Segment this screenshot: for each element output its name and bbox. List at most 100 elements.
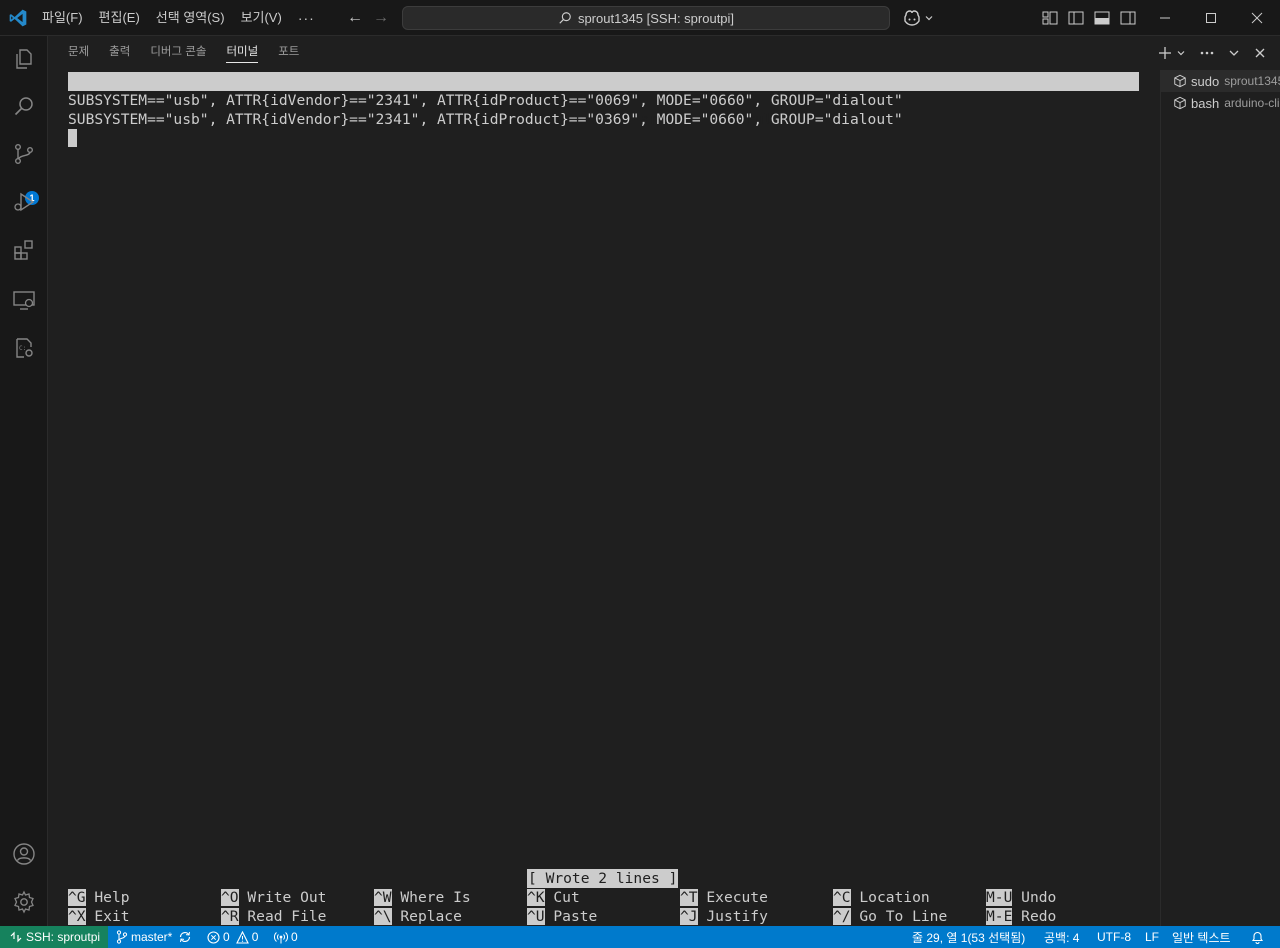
minimize-icon[interactable] [1142, 0, 1188, 36]
encoding-status[interactable]: UTF-8 [1097, 926, 1131, 948]
forward-arrow-icon[interactable]: → [371, 8, 391, 28]
terminal-cube-icon [1174, 74, 1186, 88]
terminal-tab-description: arduino-cli [1224, 96, 1280, 110]
shortcut-key: ^U [527, 908, 545, 925]
shortcut-go-to-line: ^/ Go To Line [833, 907, 947, 926]
cursor-position[interactable]: 줄 29, 열 1(53 선택됨) [912, 926, 1025, 948]
shortcut-execute: ^T Execute [680, 888, 768, 907]
branch-name: master* [131, 930, 173, 944]
branch-status[interactable]: master* [116, 926, 192, 948]
shortcut-key: ^O [221, 889, 239, 906]
shortcut-label: Replace [400, 908, 462, 925]
terminal-tab-bash[interactable]: bash arduino-cli [1161, 92, 1280, 114]
menu-file[interactable]: 파일(F) [34, 6, 91, 30]
customize-layout-icon[interactable] [1040, 8, 1060, 28]
shortcut-label: Location [859, 889, 930, 906]
toggle-primary-sidebar-icon[interactable] [1066, 8, 1086, 28]
nano-title-bar: GNU nano 7.2 /etc/udev/rules.d/50-arduin… [68, 72, 1139, 128]
shortcut-label: Redo [1021, 908, 1057, 925]
menu-selection[interactable]: 선택 영역(S) [148, 6, 233, 30]
copilot-button[interactable] [902, 8, 936, 28]
remote-icon [10, 931, 22, 943]
title-bar: 파일(F) 편집(E) 선택 영역(S) 보기(V) ··· ← → sprou… [0, 0, 1280, 36]
shortcut-help: ^G Help [68, 888, 130, 907]
vscode-logo-icon [9, 9, 27, 27]
remote-settings-icon[interactable]: C: [12, 336, 36, 360]
eol-status[interactable]: LF [1145, 926, 1159, 948]
accounts-icon[interactable] [12, 842, 36, 866]
shortcut-key: ^T [680, 889, 698, 906]
close-icon[interactable] [1234, 0, 1280, 36]
maximize-icon[interactable] [1188, 0, 1234, 36]
toggle-secondary-sidebar-icon[interactable] [1118, 8, 1138, 28]
panel-actions [1158, 44, 1266, 62]
back-arrow-icon[interactable]: ← [345, 8, 365, 28]
shortcut-label: Read File [247, 908, 327, 925]
terminal-tab-name: sudo [1191, 73, 1220, 89]
text-cursor [68, 129, 77, 147]
tab-terminal[interactable]: 터미널 [216, 36, 268, 70]
shortcut-key: ^R [221, 908, 239, 925]
error-icon [207, 930, 220, 944]
menu-view[interactable]: 보기(V) [233, 6, 290, 30]
more-actions-icon[interactable] [1200, 44, 1214, 62]
tab-output[interactable]: 출력 [99, 36, 140, 70]
ports-status[interactable]: 0 [274, 926, 298, 948]
shortcut-key: M-U [986, 889, 1013, 906]
shortcut-key: ^X [68, 908, 86, 925]
nano-status-message: [ Wrote 2 lines ] [527, 869, 679, 888]
panel-header: 문제 출력 디버그 콘솔 터미널 포트 [48, 36, 1280, 70]
tab-ports-label: 포트 [278, 46, 300, 58]
new-terminal-icon[interactable] [1158, 44, 1172, 62]
indentation-status[interactable]: 공백: 4 [1044, 926, 1079, 948]
terminal-tab-description: sprout1345 [1224, 74, 1280, 88]
warning-count: 0 [251, 930, 259, 944]
shortcut-undo: M-U Undo [986, 888, 1056, 907]
command-center-search[interactable]: sprout1345 [SSH: sproutpi] [402, 6, 890, 30]
maximize-panel-chevron-icon[interactable] [1228, 44, 1240, 62]
shortcut-label: Undo [1021, 889, 1057, 906]
shortcut-label: Write Out [247, 889, 327, 906]
terminal-dropdown-chevron-icon[interactable] [1176, 44, 1186, 62]
broadcast-icon [274, 931, 288, 943]
shortcut-cut: ^K Cut [527, 888, 580, 907]
tab-debug-console[interactable]: 디버그 콘솔 [140, 36, 216, 70]
shortcut-location: ^C Location [833, 888, 930, 907]
explorer-icon[interactable] [12, 47, 36, 71]
warning-icon [235, 930, 249, 944]
shortcut-exit: ^X Exit [68, 907, 130, 926]
activity-bar: 1 C: [0, 36, 48, 926]
manage-gear-icon[interactable] [12, 890, 36, 914]
close-panel-icon[interactable] [1254, 44, 1266, 62]
remote-label: SSH: sproutpi [26, 930, 101, 944]
remote-indicator[interactable]: SSH: sproutpi [0, 926, 108, 948]
sync-icon[interactable] [178, 930, 192, 944]
toggle-panel-icon[interactable] [1092, 8, 1112, 28]
search-icon[interactable] [12, 94, 36, 118]
search-icon [559, 12, 571, 24]
menu-edit[interactable]: 편집(E) [91, 6, 148, 30]
window-controls [1142, 0, 1280, 36]
language-mode[interactable]: 일반 텍스트 [1172, 926, 1231, 948]
terminal-tab-sudo[interactable]: sudo sprout1345 [1161, 70, 1280, 92]
svg-text:C:: C: [19, 345, 26, 352]
extensions-icon[interactable] [12, 238, 36, 262]
shortcut-paste: ^U Paste [527, 907, 597, 926]
terminal-view[interactable]: GNU nano 7.2 /etc/udev/rules.d/50-arduin… [68, 72, 1140, 926]
shortcut-label: Justify [706, 908, 768, 925]
tab-ports[interactable]: 포트 [268, 36, 309, 70]
source-control-icon[interactable] [12, 142, 36, 166]
shortcut-label: Cut [553, 889, 580, 906]
shortcut-key: ^C [833, 889, 851, 906]
remote-explorer-icon[interactable] [12, 288, 36, 312]
tab-output-label: 출력 [109, 46, 131, 58]
menu-more-button[interactable]: ··· [290, 10, 323, 26]
shortcut-label: Paste [553, 908, 598, 925]
chevron-down-icon [925, 16, 933, 21]
problems-status[interactable]: 0 0 [207, 926, 258, 948]
tab-problems[interactable]: 문제 [58, 36, 99, 70]
panel-tabs: 문제 출력 디버그 콘솔 터미널 포트 [58, 36, 309, 70]
run-debug-icon[interactable] [12, 190, 36, 214]
notifications-bell-icon[interactable] [1251, 926, 1264, 948]
tab-debug-console-label: 디버그 콘솔 [150, 46, 207, 58]
